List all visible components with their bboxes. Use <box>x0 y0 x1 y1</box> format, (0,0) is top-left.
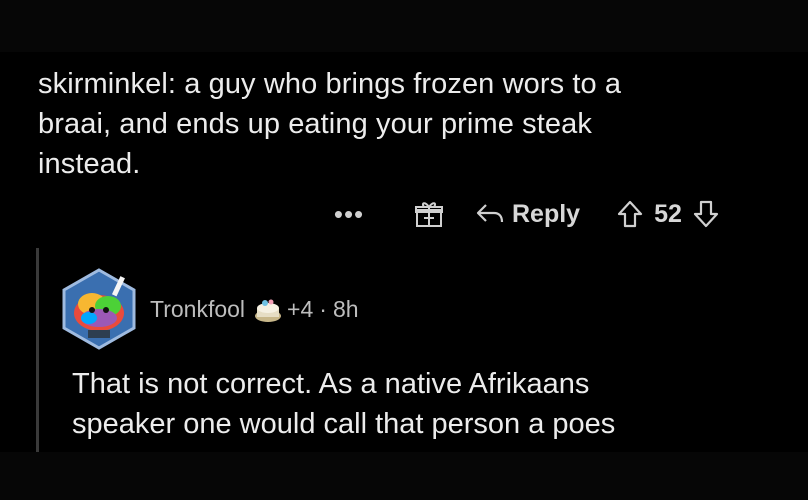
parent-comment-body: skirminkel: a guy who brings frozen wors… <box>38 64 768 184</box>
thread-line[interactable] <box>36 248 39 452</box>
bottom-band <box>0 452 808 500</box>
reply-comment-body: That is not correct. As a native Afrikaa… <box>72 364 772 444</box>
award-icon[interactable] <box>414 198 446 230</box>
gift-icon <box>415 202 443 227</box>
reply-timestamp: 8h <box>332 295 359 322</box>
reply-username[interactable]: Tronkfool <box>150 296 245 323</box>
reply-comment-line: speaker one would call that person a poe… <box>72 408 616 440</box>
upvote-icon[interactable] <box>616 199 644 229</box>
reply-header: Tronkfool +4 · 8h <box>56 266 359 352</box>
avatar[interactable] <box>56 266 142 352</box>
parent-comment-line: instead. <box>38 148 141 180</box>
top-band <box>0 0 808 52</box>
parent-comment-line: skirminkel: a guy who brings frozen wors… <box>38 68 622 100</box>
reply-label: Reply <box>512 199 581 228</box>
vote-controls: 52 <box>616 199 720 229</box>
cake-flair-icon <box>255 299 282 322</box>
reply-comment-line: That is not correct. As a native Afrikaa… <box>72 368 590 400</box>
parent-comment-line: braai, and ends up eating your prime ste… <box>38 108 592 140</box>
vote-score: 52 <box>654 199 682 228</box>
reply-button[interactable]: Reply <box>476 200 580 229</box>
downvote-icon[interactable] <box>692 199 720 229</box>
reply-icon <box>476 204 504 223</box>
more-options-button[interactable]: ••• <box>324 201 374 227</box>
reply-karma: +4 <box>287 295 314 322</box>
meta-separator: · <box>319 295 327 322</box>
comment-action-bar: ••• Reply 52 <box>318 192 788 236</box>
